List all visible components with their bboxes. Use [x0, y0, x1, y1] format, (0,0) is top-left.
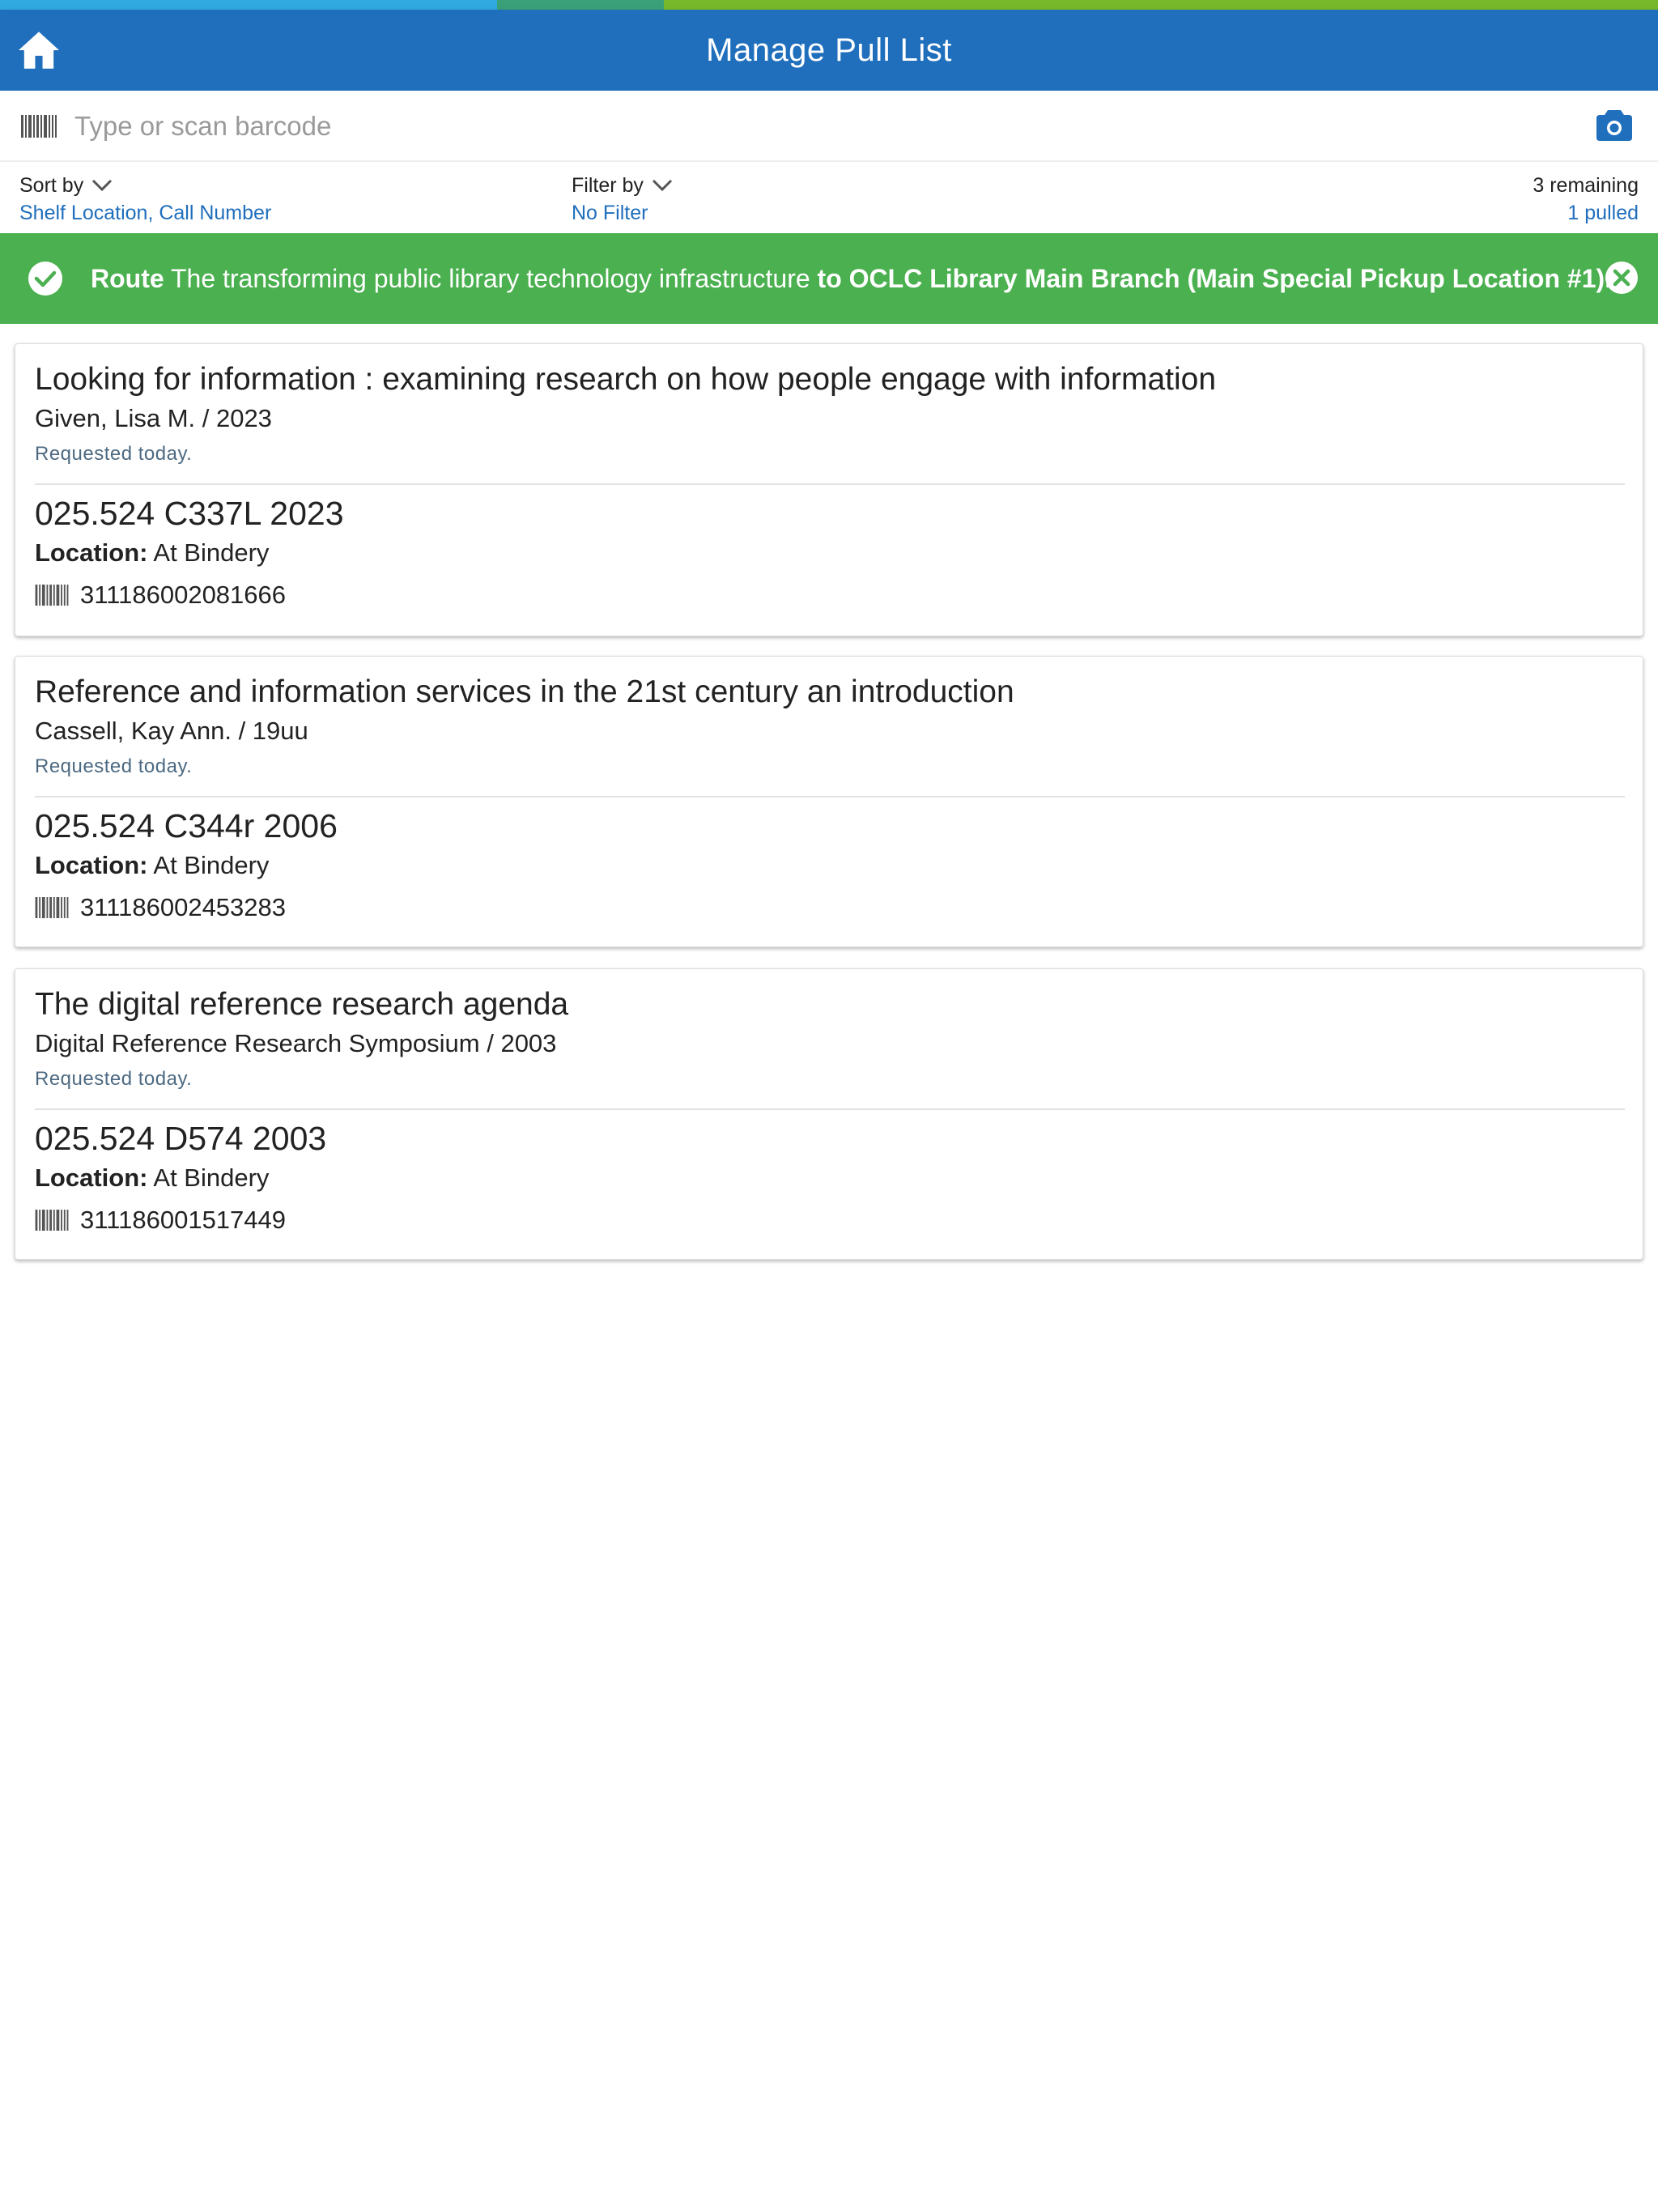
- remaining-count: 3 remaining: [1533, 174, 1639, 197]
- item-location-value: At Bindery: [153, 851, 270, 879]
- barcode-icon: [35, 897, 69, 918]
- item-call-number: 025.524 D574 2003: [35, 1120, 327, 1157]
- pull-list-item[interactable]: The digital reference research agenda Di…: [15, 968, 1643, 1260]
- barcode-search-input[interactable]: [74, 105, 1572, 147]
- item-barcode: 311186002081666: [80, 581, 287, 609]
- filter-label: Filter by: [572, 173, 644, 197]
- item-requested: Requested today.: [35, 1068, 193, 1090]
- item-location: Location: At Bindery: [35, 1163, 269, 1193]
- item-divider: [35, 1108, 1625, 1110]
- accent-strip: [0, 0, 1658, 10]
- app-root: Manage Pull List Sort by: [0, 0, 1658, 2212]
- home-button[interactable]: [15, 26, 63, 74]
- barcode-icon: [35, 585, 69, 606]
- item-call-number: 025.524 C344r 2006: [35, 807, 338, 844]
- list-controls: Sort by Shelf Location, Call Number Filt…: [0, 164, 1658, 233]
- banner-destination: to OCLC Library Main Branch (Main Specia…: [817, 264, 1613, 293]
- item-barcode: 311186001517449: [80, 1206, 287, 1234]
- page-title: Manage Pull List: [706, 32, 952, 68]
- filter-dropdown[interactable]: Filter by No Filter: [572, 172, 673, 227]
- barcode-icon: [35, 1210, 69, 1231]
- accent-segment-green: [664, 0, 1658, 10]
- item-location-label: Location:: [35, 1163, 148, 1192]
- banner-prefix: Route: [91, 264, 164, 293]
- item-barcode: 311186002453283: [80, 893, 287, 921]
- item-title: The digital reference research agenda: [35, 987, 569, 1022]
- accent-segment-teal: [497, 0, 664, 10]
- route-success-banner: Route The transforming public library te…: [0, 233, 1658, 324]
- banner-item-title: The transforming public library technolo…: [170, 264, 810, 293]
- sort-dropdown[interactable]: Sort by Shelf Location, Call Number: [19, 172, 271, 227]
- item-barcode-row: 311186002453283: [35, 893, 286, 922]
- barcode-icon: [21, 115, 57, 138]
- pull-counts: 3 remaining 1 pulled: [1533, 172, 1639, 227]
- camera-icon[interactable]: [1596, 108, 1632, 141]
- item-location-value: At Bindery: [153, 538, 270, 567]
- item-title: Reference and information services in th…: [35, 674, 1014, 709]
- item-requested: Requested today.: [35, 443, 193, 465]
- pull-list-item[interactable]: Looking for information : examining rese…: [15, 343, 1643, 636]
- item-author-year: Given, Lisa M. / 2023: [35, 404, 272, 432]
- item-call-number: 025.524 C337L 2023: [35, 495, 344, 532]
- app-header: Manage Pull List: [0, 10, 1658, 91]
- item-author-year: Cassell, Kay Ann. / 19uu: [35, 717, 308, 745]
- filter-value: No Filter: [572, 202, 648, 224]
- chevron-down-icon: [652, 179, 672, 192]
- item-barcode-row: 311186001517449: [35, 1206, 286, 1235]
- item-divider: [35, 796, 1625, 798]
- home-icon: [19, 32, 59, 69]
- item-location-label: Location:: [35, 851, 148, 879]
- item-location-value: At Bindery: [153, 1163, 270, 1192]
- item-requested: Requested today.: [35, 755, 193, 777]
- sort-label: Sort by: [19, 173, 84, 197]
- item-location-label: Location:: [35, 538, 148, 567]
- item-location: Location: At Bindery: [35, 538, 269, 568]
- sort-value: Shelf Location, Call Number: [19, 202, 272, 224]
- check-circle-icon: [28, 262, 62, 296]
- item-divider: [35, 483, 1625, 485]
- close-circle-icon[interactable]: [1605, 261, 1639, 295]
- banner-message: Route The transforming public library te…: [91, 233, 1612, 324]
- pulled-count-link[interactable]: 1 pulled: [1533, 199, 1639, 227]
- search-bar: [0, 91, 1658, 162]
- item-title: Looking for information : examining rese…: [35, 362, 1217, 397]
- pull-list-item[interactable]: Reference and information services in th…: [15, 656, 1643, 947]
- item-barcode-row: 311186002081666: [35, 581, 286, 610]
- item-location: Location: At Bindery: [35, 851, 269, 880]
- accent-segment-blue: [0, 0, 497, 10]
- item-author-year: Digital Reference Research Symposium / 2…: [35, 1029, 557, 1057]
- chevron-down-icon: [92, 179, 113, 192]
